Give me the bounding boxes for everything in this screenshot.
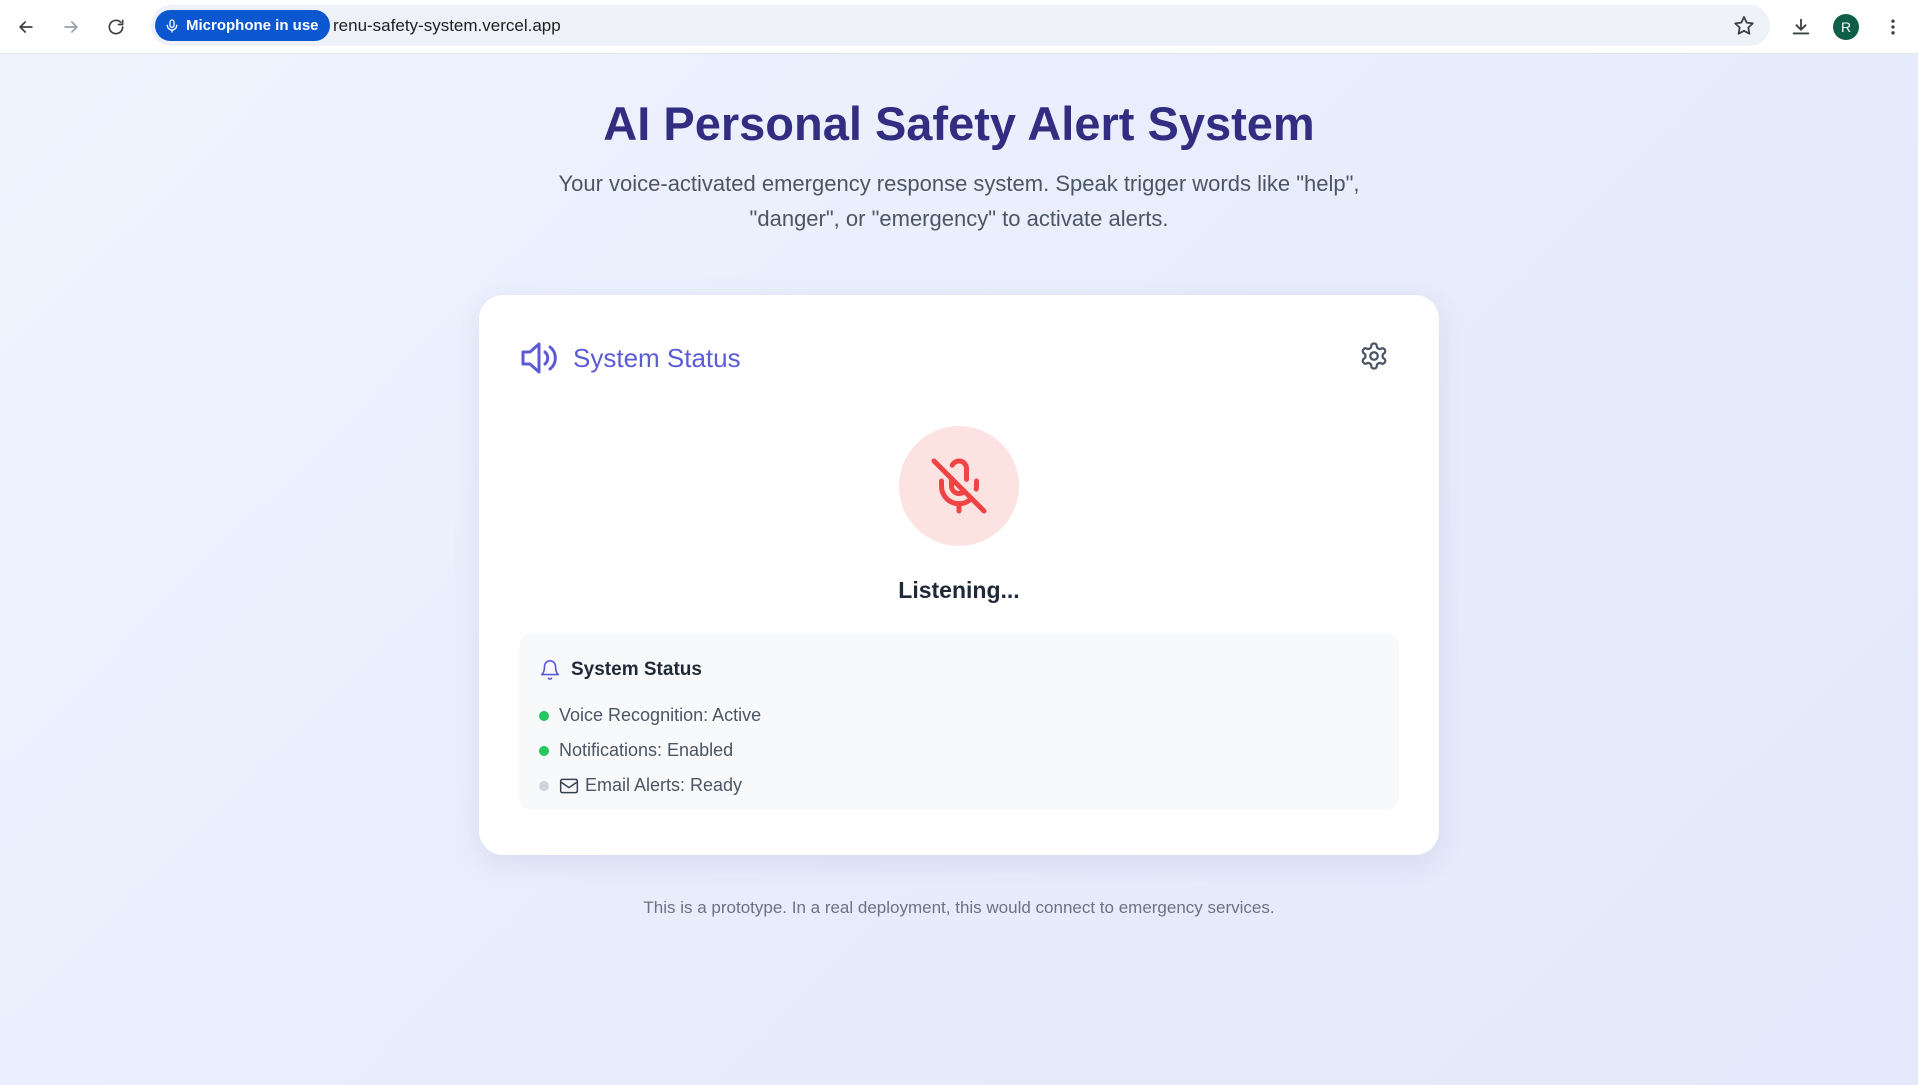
bell-icon [540,660,560,680]
bookmark-star-icon[interactable] [1732,14,1756,38]
card-header: System Status [519,339,741,377]
downloads-button[interactable] [1784,10,1818,44]
address-bar[interactable]: Microphone in use renu-safety-system.ver… [151,5,1770,46]
forward-button[interactable] [53,9,89,45]
status-panel-title: System Status [571,659,702,680]
arrow-right-icon [64,21,78,33]
status-item-voice-recognition: Voice Recognition: Active [539,698,761,733]
prototype-disclaimer: This is a prototype. In a real deploymen… [643,898,1275,917]
speaker-volume-icon [521,342,557,374]
reload-button[interactable] [98,9,134,45]
microphone-icon [166,18,178,33]
status-panel-header: System Status [539,658,702,682]
status-dot-inactive [539,780,549,791]
mail-icon [559,778,579,793]
arrow-left-icon [19,21,33,33]
back-button[interactable] [8,9,44,45]
more-vertical-icon [1891,19,1895,35]
microphone-toggle-button[interactable] [899,426,1019,546]
page: AI Personal Safety Alert System Your voi… [0,54,1918,1085]
status-item-label: Notifications: Enabled [559,740,734,760]
avatar: R [1833,14,1859,40]
profile-button[interactable]: R [1829,10,1863,44]
microphone-in-use-chip[interactable]: Microphone in use [155,10,330,41]
status-panel: System Status Voice Recognition: Active … [519,634,1399,810]
settings-gear-icon[interactable] [1359,341,1389,371]
reload-icon [108,19,124,35]
page-title: AI Personal Safety Alert System [603,97,1315,150]
listening-status-label: Listening... [898,577,1020,603]
status-list: Voice Recognition: Active Notifications:… [539,698,761,803]
card-title: System Status [573,342,741,373]
status-dot-active [539,745,549,756]
browser-menu-button[interactable] [1876,10,1910,44]
status-item-label: Voice Recognition: Active [559,705,762,725]
status-item-email-alerts: Email Alerts: Ready [539,768,761,803]
status-item-label: Email Alerts: Ready [585,775,743,795]
page-subtitle: Your voice-activated emergency response … [558,171,1360,231]
status-dot-active [539,710,549,721]
browser-toolbar: Microphone in use renu-safety-system.ver… [0,0,1918,54]
status-item-notifications: Notifications: Enabled [539,733,761,768]
microphone-off-icon [931,458,987,514]
system-status-card: System Status Listening... System Status… [479,295,1439,855]
url-text[interactable]: renu-safety-system.vercel.app [333,16,561,36]
microphone-chip-label: Microphone in use [186,17,319,34]
download-icon [1792,18,1810,35]
